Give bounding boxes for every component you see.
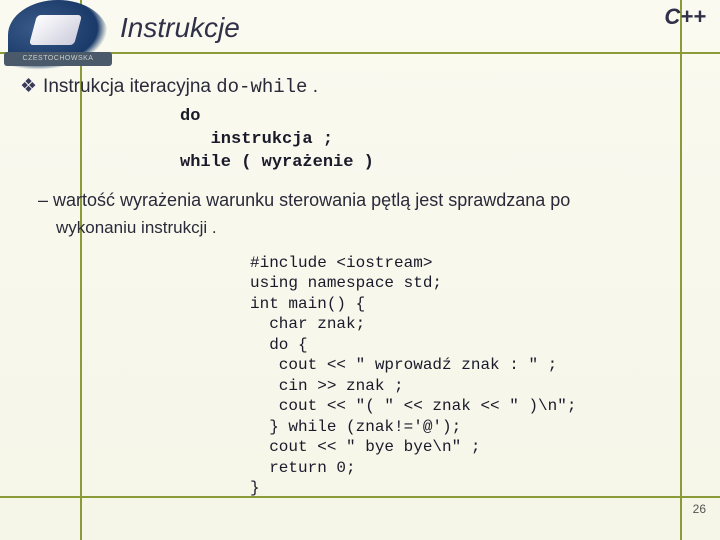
dash-item-1: – wartość wyrażenia warunku sterowania p… xyxy=(38,187,700,214)
dash-symbol: – xyxy=(38,190,48,210)
code-block: #include <iostream> using namespace std;… xyxy=(250,253,576,499)
dash-item-cont: wykonaniu instrukcji . xyxy=(56,218,700,238)
page-number: 26 xyxy=(693,502,706,516)
logo-caption: CZESTOCHOWSKA xyxy=(4,52,112,66)
bullet-text-c: . xyxy=(307,76,318,97)
bullet-symbol: ❖ xyxy=(20,76,37,97)
bullet-text-a: Instrukcja iteracyjna xyxy=(43,76,216,97)
bullet-item-1: ❖ Instrukcja iteracyjna do-while . xyxy=(20,75,700,98)
bullet-text-code: do-while xyxy=(216,76,307,98)
dash-text: wartość wyrażenia warunku sterowania pęt… xyxy=(53,190,570,210)
content-area: ❖ Instrukcja iteracyjna do-while . do ins… xyxy=(20,75,700,238)
syntax-block: do instrukcja ; while ( wyrażenie ) xyxy=(180,106,700,175)
language-tag: C++ xyxy=(664,4,706,30)
page-title: Instrukcje xyxy=(120,12,240,44)
